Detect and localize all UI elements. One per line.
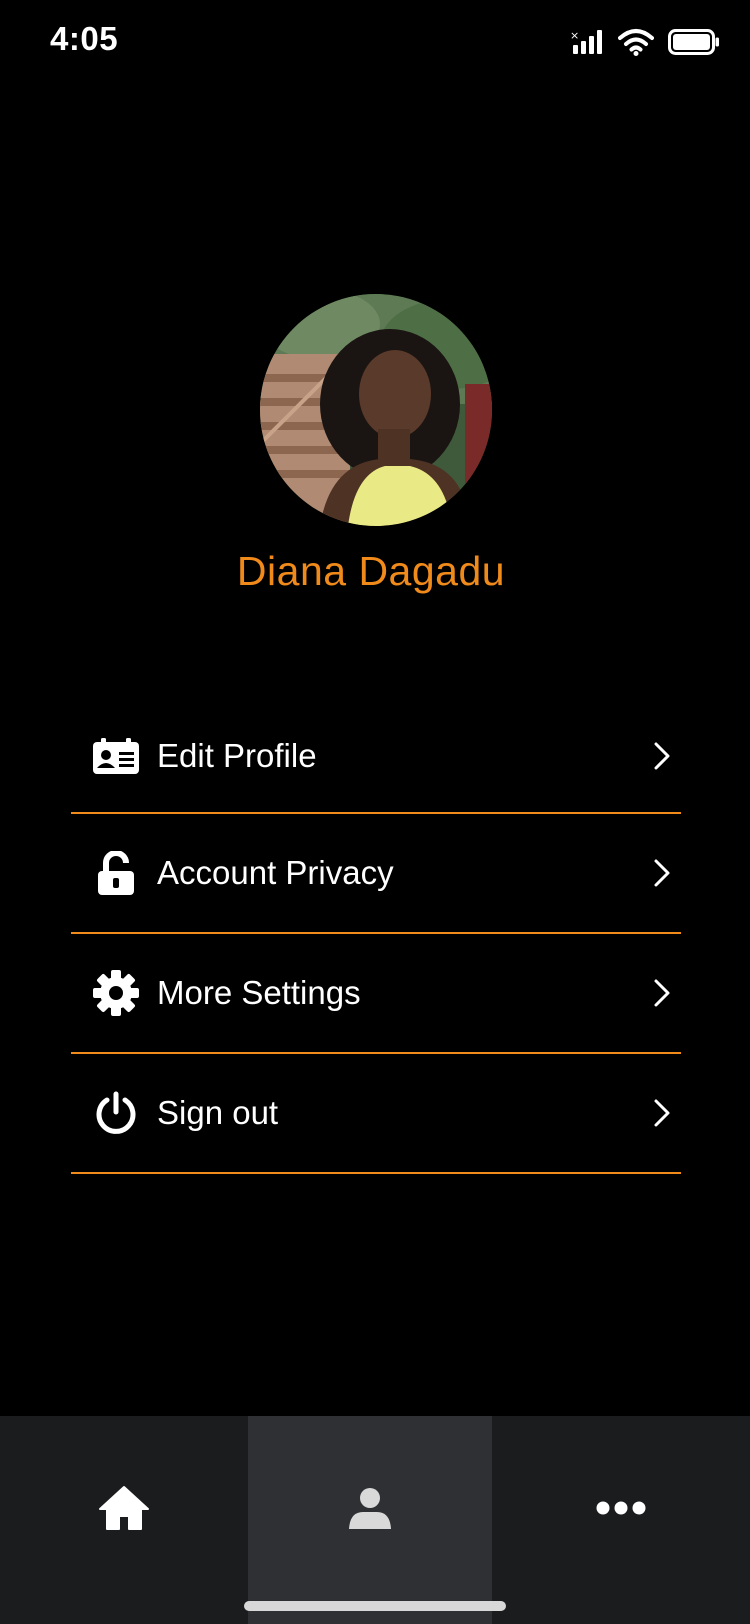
id-card-icon	[87, 738, 145, 774]
nav-tab-more[interactable]	[492, 1416, 750, 1624]
settings-menu: Edit Profile Account Privacy More Settin…	[71, 700, 681, 1174]
menu-item-label: Sign out	[157, 1094, 279, 1131]
more-icon	[596, 1501, 646, 1520]
profile-name: Diana Dagadu	[236, 548, 506, 594]
unlock-icon	[87, 851, 145, 895]
menu-item-account-privacy[interactable]: Account Privacy	[71, 814, 681, 934]
chevron-right-icon	[647, 858, 677, 888]
power-icon	[87, 1091, 145, 1135]
home-icon	[98, 1485, 150, 1536]
svg-text:×: ×	[570, 29, 579, 42]
menu-item-more-settings[interactable]: More Settings	[71, 934, 681, 1054]
gear-icon	[87, 970, 145, 1016]
status-time: 4:05	[50, 20, 119, 57]
menu-item-label: Edit Profile	[157, 737, 317, 774]
wifi-icon	[618, 28, 654, 61]
chevron-right-icon	[647, 1098, 677, 1128]
bottom-nav	[0, 1416, 750, 1624]
chevron-right-icon	[647, 741, 677, 771]
chevron-right-icon	[647, 978, 677, 1008]
nav-tab-home[interactable]	[0, 1416, 248, 1624]
menu-item-sign-out[interactable]: Sign out	[71, 1054, 681, 1174]
status-bar: 4:05 ×	[0, 0, 750, 88]
status-icons: ×	[570, 28, 720, 61]
menu-item-edit-profile[interactable]: Edit Profile	[71, 700, 681, 814]
menu-item-label: More Settings	[157, 974, 361, 1011]
menu-item-label: Account Privacy	[157, 854, 394, 891]
battery-icon	[668, 29, 720, 60]
user-icon	[348, 1487, 392, 1534]
nav-tab-profile[interactable]	[248, 1416, 492, 1624]
home-indicator[interactable]	[244, 1601, 506, 1611]
profile-avatar[interactable]	[260, 294, 492, 526]
cellular-signal-icon: ×	[570, 29, 604, 60]
